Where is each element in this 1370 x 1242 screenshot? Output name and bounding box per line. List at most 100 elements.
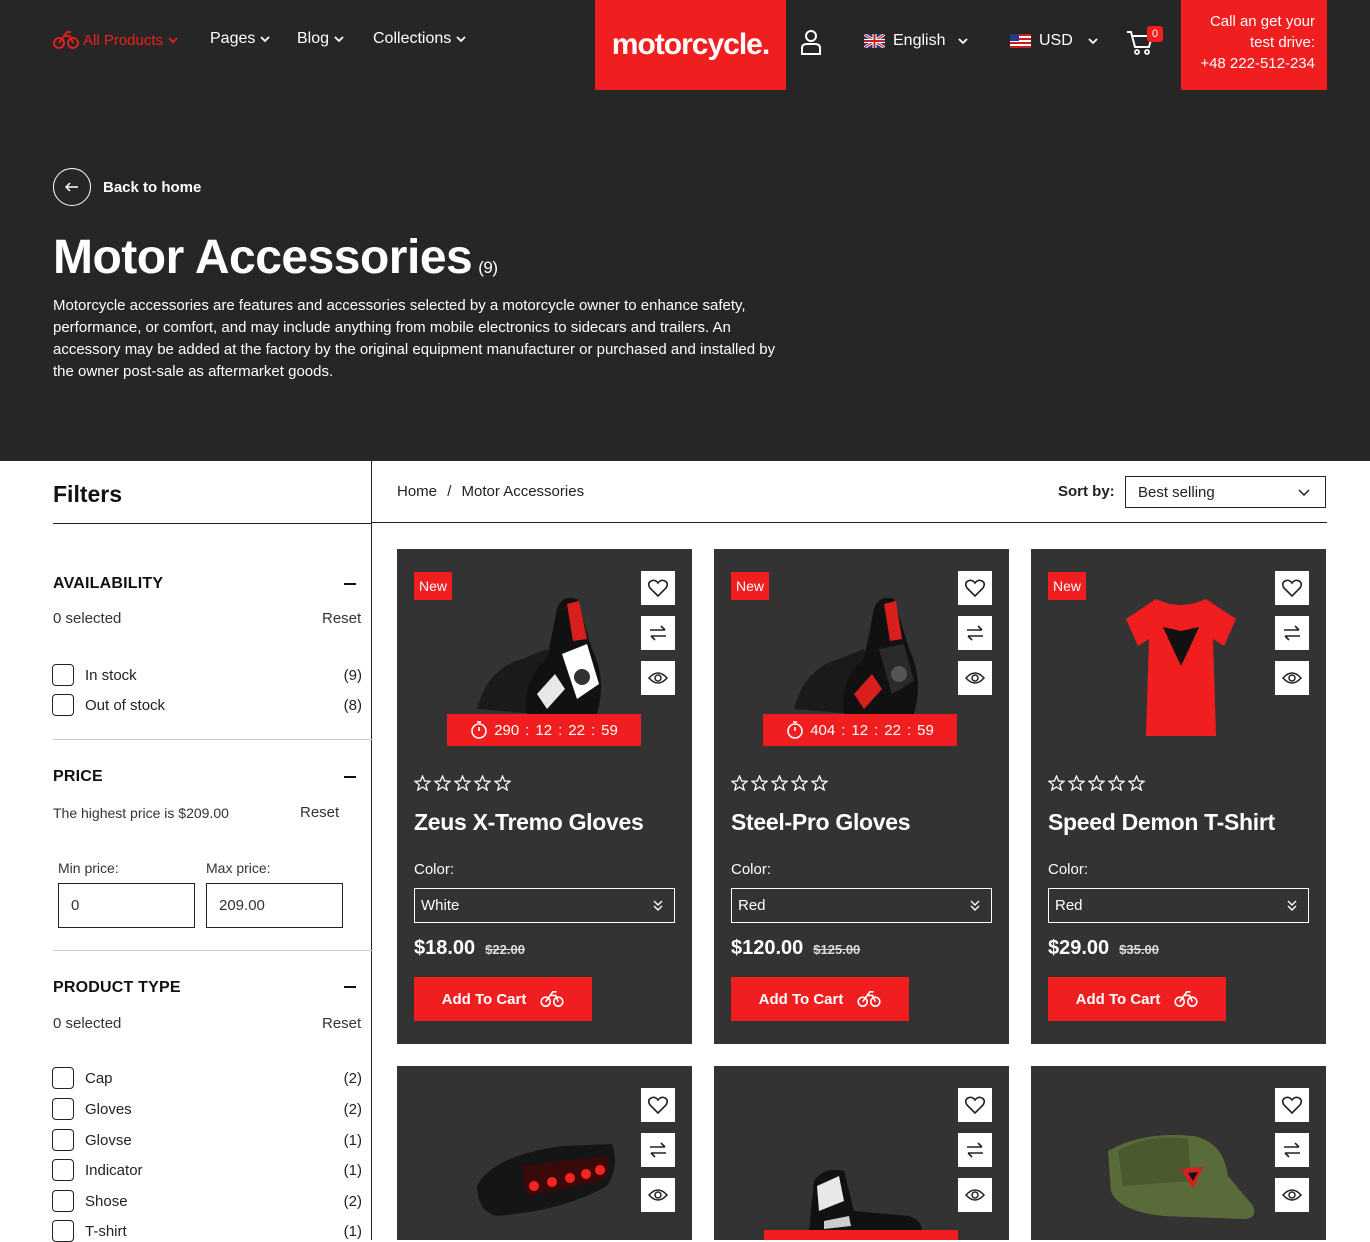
nav-collections-label: Collections xyxy=(373,30,452,47)
eye-icon[interactable] xyxy=(641,1178,675,1212)
nav-collections[interactable]: Collections xyxy=(373,30,467,48)
product-card[interactable]: New 290 : 12 : 22 : 59 Zeus X-Tremo Glov… xyxy=(397,549,692,1044)
page-description: Motorcycle accessories are features and … xyxy=(53,297,776,380)
price-row: $18.00 $22.00 xyxy=(414,937,525,960)
product-image-shoes[interactable] xyxy=(799,1161,929,1241)
product-image-indicator-light[interactable] xyxy=(472,1126,622,1226)
language-selector[interactable]: English xyxy=(864,32,969,50)
product-card[interactable] xyxy=(714,1066,1009,1240)
heart-icon[interactable] xyxy=(958,571,992,605)
product-name[interactable]: Steel-Pro Gloves xyxy=(731,809,911,836)
filter-type-indicator[interactable]: Indicator (1) xyxy=(52,1159,362,1181)
max-price-input[interactable] xyxy=(206,883,343,928)
motorcycle-icon xyxy=(540,990,564,1008)
account-icon[interactable] xyxy=(800,28,822,61)
currency-selector[interactable]: USD xyxy=(1010,32,1099,50)
product-name[interactable]: Zeus X-Tremo Gloves xyxy=(414,809,644,836)
product-card[interactable]: New Speed Demon T-Shirt Color: Red $29.0… xyxy=(1031,549,1326,1044)
product-card[interactable] xyxy=(1031,1066,1326,1240)
checkbox[interactable] xyxy=(52,1098,74,1120)
color-select[interactable]: Red xyxy=(1048,888,1309,923)
compare-icon[interactable] xyxy=(958,1133,992,1167)
motorcycle-icon xyxy=(53,31,79,49)
star-icon xyxy=(434,775,451,791)
heart-icon[interactable] xyxy=(641,1088,675,1122)
min-price-input[interactable] xyxy=(58,883,195,928)
color-select[interactable]: White xyxy=(414,888,675,923)
heart-icon[interactable] xyxy=(1275,1088,1309,1122)
test-drive-callout[interactable]: Call an get your test drive: +48 222-512… xyxy=(1181,0,1327,90)
nav-blog[interactable]: Blog xyxy=(297,30,345,48)
filter-in-stock[interactable]: In stock (9) xyxy=(52,664,362,686)
checkbox[interactable] xyxy=(52,664,74,686)
divider xyxy=(53,950,372,951)
filter-type-gloves[interactable]: Gloves (2) xyxy=(52,1098,362,1120)
filter-label: Cap xyxy=(85,1069,113,1087)
product-image-cap[interactable] xyxy=(1103,1131,1263,1226)
checkbox[interactable] xyxy=(52,1190,74,1212)
checkbox[interactable] xyxy=(52,1159,74,1181)
current-price: $29.00 xyxy=(1048,937,1110,959)
heart-icon[interactable] xyxy=(958,1088,992,1122)
collapse-product-type-icon[interactable] xyxy=(344,986,356,988)
compare-icon[interactable] xyxy=(1275,1133,1309,1167)
new-badge: New xyxy=(414,572,453,600)
checkbox[interactable] xyxy=(52,1067,74,1089)
star-icon xyxy=(731,775,748,791)
filter-type-glovse[interactable]: Glovse (1) xyxy=(52,1129,362,1151)
star-icon xyxy=(414,775,431,791)
checkbox[interactable] xyxy=(52,694,74,716)
color-select[interactable]: Red xyxy=(731,888,992,923)
product-image-tshirt-red[interactable] xyxy=(1121,591,1241,741)
new-badge: New xyxy=(731,572,770,600)
star-icon xyxy=(1048,775,1065,791)
product-image-gloves-white[interactable] xyxy=(467,589,627,719)
add-to-cart-button[interactable]: Add To Cart xyxy=(731,977,909,1021)
eye-icon[interactable] xyxy=(958,1178,992,1212)
breadcrumb-home[interactable]: Home xyxy=(397,483,437,500)
filter-out-of-stock[interactable]: Out of stock (8) xyxy=(52,694,362,716)
filter-count: (1) xyxy=(343,1222,362,1240)
filter-type-cap[interactable]: Cap (2) xyxy=(52,1067,362,1089)
highest-price-note: The highest price is $209.00 xyxy=(53,805,229,821)
cart-count-badge: 0 xyxy=(1147,26,1163,42)
call-phone: +48 222-512-234 xyxy=(1200,55,1315,72)
add-to-cart-button[interactable]: Add To Cart xyxy=(1048,977,1226,1021)
nav-all-products[interactable]: All Products xyxy=(53,30,179,50)
eye-icon[interactable] xyxy=(1275,1178,1309,1212)
availability-reset[interactable]: Reset xyxy=(322,610,361,627)
compare-icon[interactable] xyxy=(641,616,675,650)
arrow-left-icon xyxy=(53,168,91,206)
color-label: Color: xyxy=(1048,861,1089,878)
product-card[interactable]: New 404 : 12 : 22 : 59 Steel-Pro Gloves … xyxy=(714,549,1009,1044)
heart-icon[interactable] xyxy=(1275,571,1309,605)
product-type-reset[interactable]: Reset xyxy=(322,1015,361,1032)
product-card[interactable] xyxy=(397,1066,692,1240)
compare-icon[interactable] xyxy=(1275,616,1309,650)
product-image-gloves-red[interactable] xyxy=(784,589,944,719)
eye-icon[interactable] xyxy=(1275,661,1309,695)
checkbox[interactable] xyxy=(52,1129,74,1151)
product-name[interactable]: Speed Demon T-Shirt xyxy=(1048,809,1275,836)
eye-icon[interactable] xyxy=(641,661,675,695)
compare-icon[interactable] xyxy=(641,1133,675,1167)
rating-stars xyxy=(1048,775,1145,791)
checkbox[interactable] xyxy=(52,1220,74,1242)
price-reset[interactable]: Reset xyxy=(300,804,339,821)
site-logo[interactable]: motorcycle. xyxy=(595,0,786,90)
collapse-availability-icon[interactable] xyxy=(344,583,356,585)
sort-select[interactable]: Best selling xyxy=(1125,476,1326,508)
heart-icon[interactable] xyxy=(641,571,675,605)
old-price: $22.00 xyxy=(485,942,525,957)
filter-label: Out of stock xyxy=(85,696,166,714)
collapse-price-icon[interactable] xyxy=(344,776,356,778)
filter-type-shose[interactable]: Shose (2) xyxy=(52,1190,362,1212)
nav-pages[interactable]: Pages xyxy=(210,30,271,48)
eye-icon[interactable] xyxy=(958,661,992,695)
filter-count: (9) xyxy=(343,666,362,684)
filter-type-tshirt[interactable]: T-shirt (1) xyxy=(52,1220,362,1242)
add-to-cart-button[interactable]: Add To Cart xyxy=(414,977,592,1021)
double-chevron-down-icon xyxy=(970,900,980,911)
back-to-home-link[interactable]: Back to home xyxy=(53,168,201,206)
compare-icon[interactable] xyxy=(958,616,992,650)
